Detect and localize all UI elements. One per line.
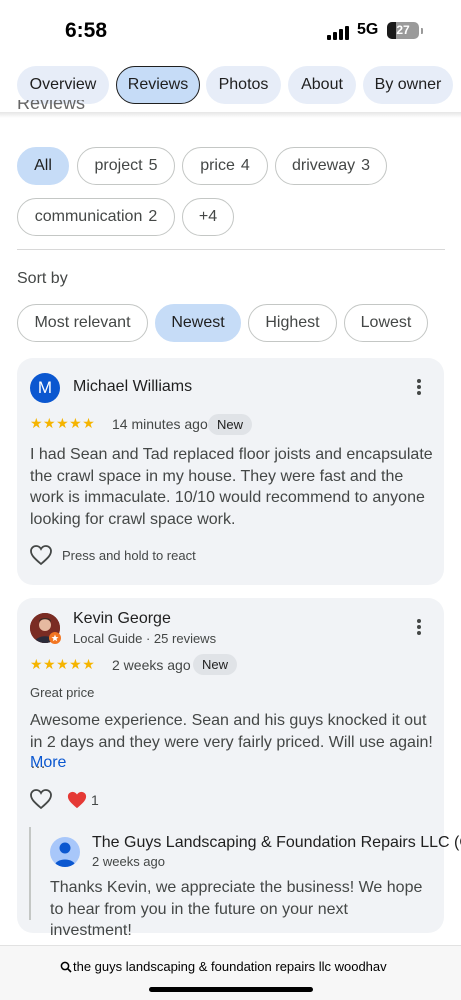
review-text: Awesome experience. Sean and his guys kn… bbox=[30, 712, 433, 772]
battery-level: 27 bbox=[396, 23, 410, 37]
filter-chip-driveway[interactable]: driveway 3 bbox=[275, 147, 387, 185]
tab-reviews[interactable]: Reviews bbox=[116, 66, 200, 104]
tab-by-owner[interactable]: By owner bbox=[363, 66, 453, 104]
new-badge: New bbox=[208, 414, 253, 435]
home-indicator[interactable] bbox=[149, 987, 313, 992]
search-icon bbox=[60, 961, 72, 973]
tab-overview[interactable]: Overview bbox=[17, 66, 109, 104]
network-type: 5G bbox=[357, 21, 379, 38]
battery-icon: 27 bbox=[387, 22, 423, 39]
filter-chip-communication[interactable]: communication 2 bbox=[17, 198, 175, 236]
sort-by-label: Sort by bbox=[17, 270, 68, 287]
status-bar: 6:58 5G 27 bbox=[0, 0, 461, 62]
red-heart-reaction-icon[interactable] bbox=[66, 790, 88, 810]
react-hint: Press and hold to react bbox=[62, 548, 196, 563]
heart-outline-icon[interactable] bbox=[29, 788, 53, 810]
reviewer-subtitle: Local Guide · 25 reviews bbox=[73, 631, 217, 646]
address-bar-text[interactable]: the guys landscaping & foundation repair… bbox=[73, 959, 403, 974]
filter-chip-count: 5 bbox=[148, 157, 158, 174]
header-shadow bbox=[0, 112, 461, 118]
sort-most-relevant[interactable]: Most relevant bbox=[17, 304, 148, 342]
address-bar[interactable]: the guys landscaping & foundation repair… bbox=[0, 945, 461, 1000]
tab-photos[interactable]: Photos bbox=[206, 66, 281, 104]
avatar[interactable]: M bbox=[30, 373, 60, 403]
divider bbox=[17, 249, 445, 250]
reviewer-name[interactable]: Kevin George bbox=[73, 610, 171, 628]
local-guide-badge-icon bbox=[49, 632, 61, 644]
filter-chip-count: 3 bbox=[361, 157, 371, 174]
filter-chip-count: 4 bbox=[240, 157, 250, 174]
owner-reply-bar bbox=[29, 827, 31, 920]
review-highlight: Great price bbox=[30, 685, 95, 700]
filter-chip-count: 2 bbox=[148, 208, 158, 225]
owner-reply-time: 2 weeks ago bbox=[92, 854, 165, 869]
filter-chip-label: project bbox=[94, 157, 143, 174]
filter-chip-label: driveway bbox=[291, 157, 356, 174]
star-rating: ★★★★★ bbox=[30, 415, 96, 431]
filter-chip-label: communication bbox=[34, 208, 143, 225]
status-time: 6:58 bbox=[65, 19, 108, 42]
new-badge: New bbox=[193, 654, 238, 675]
filter-chip-all[interactable]: All bbox=[17, 147, 69, 185]
more-options-icon[interactable] bbox=[409, 377, 429, 399]
sort-highest[interactable]: Highest bbox=[248, 304, 337, 342]
filter-chip-project[interactable]: project 5 bbox=[77, 147, 175, 185]
filter-chip-label: +4 bbox=[198, 208, 218, 225]
star-rating: ★★★★★ bbox=[30, 656, 96, 672]
review-card: M Michael Williams ★★★★★ 14 minutes ago … bbox=[17, 358, 444, 585]
review-card: Kevin George Local Guide · 25 reviews ★★… bbox=[17, 598, 461, 939]
review-time: 2 weeks ago bbox=[112, 657, 191, 673]
tab-about[interactable]: About bbox=[288, 66, 356, 104]
filter-chip-more[interactable]: +4 bbox=[182, 198, 234, 236]
reviewer-name[interactable]: Michael Williams bbox=[73, 378, 192, 396]
person-icon bbox=[54, 842, 76, 867]
filter-chip-label: price bbox=[200, 157, 235, 174]
reaction-count: 1 bbox=[91, 792, 99, 808]
sort-lowest[interactable]: Lowest bbox=[344, 304, 428, 342]
sort-newest[interactable]: Newest bbox=[155, 304, 241, 342]
cellular-signal-icon bbox=[327, 26, 349, 40]
owner-avatar bbox=[50, 837, 80, 867]
review-time: 14 minutes ago bbox=[112, 416, 208, 432]
more-options-icon[interactable] bbox=[409, 617, 429, 639]
owner-name: The Guys Landscaping & Foundation Repair… bbox=[92, 834, 461, 851]
more-link[interactable]: More bbox=[30, 754, 66, 772]
review-text: I had Sean and Tad replaced floor joists… bbox=[30, 446, 433, 528]
filter-chip-price[interactable]: price 4 bbox=[182, 147, 268, 185]
filter-chip-label: All bbox=[34, 157, 52, 174]
heart-outline-icon[interactable] bbox=[29, 544, 53, 566]
owner-reply-text: Thanks Kevin, we appreciate the business… bbox=[50, 879, 423, 939]
